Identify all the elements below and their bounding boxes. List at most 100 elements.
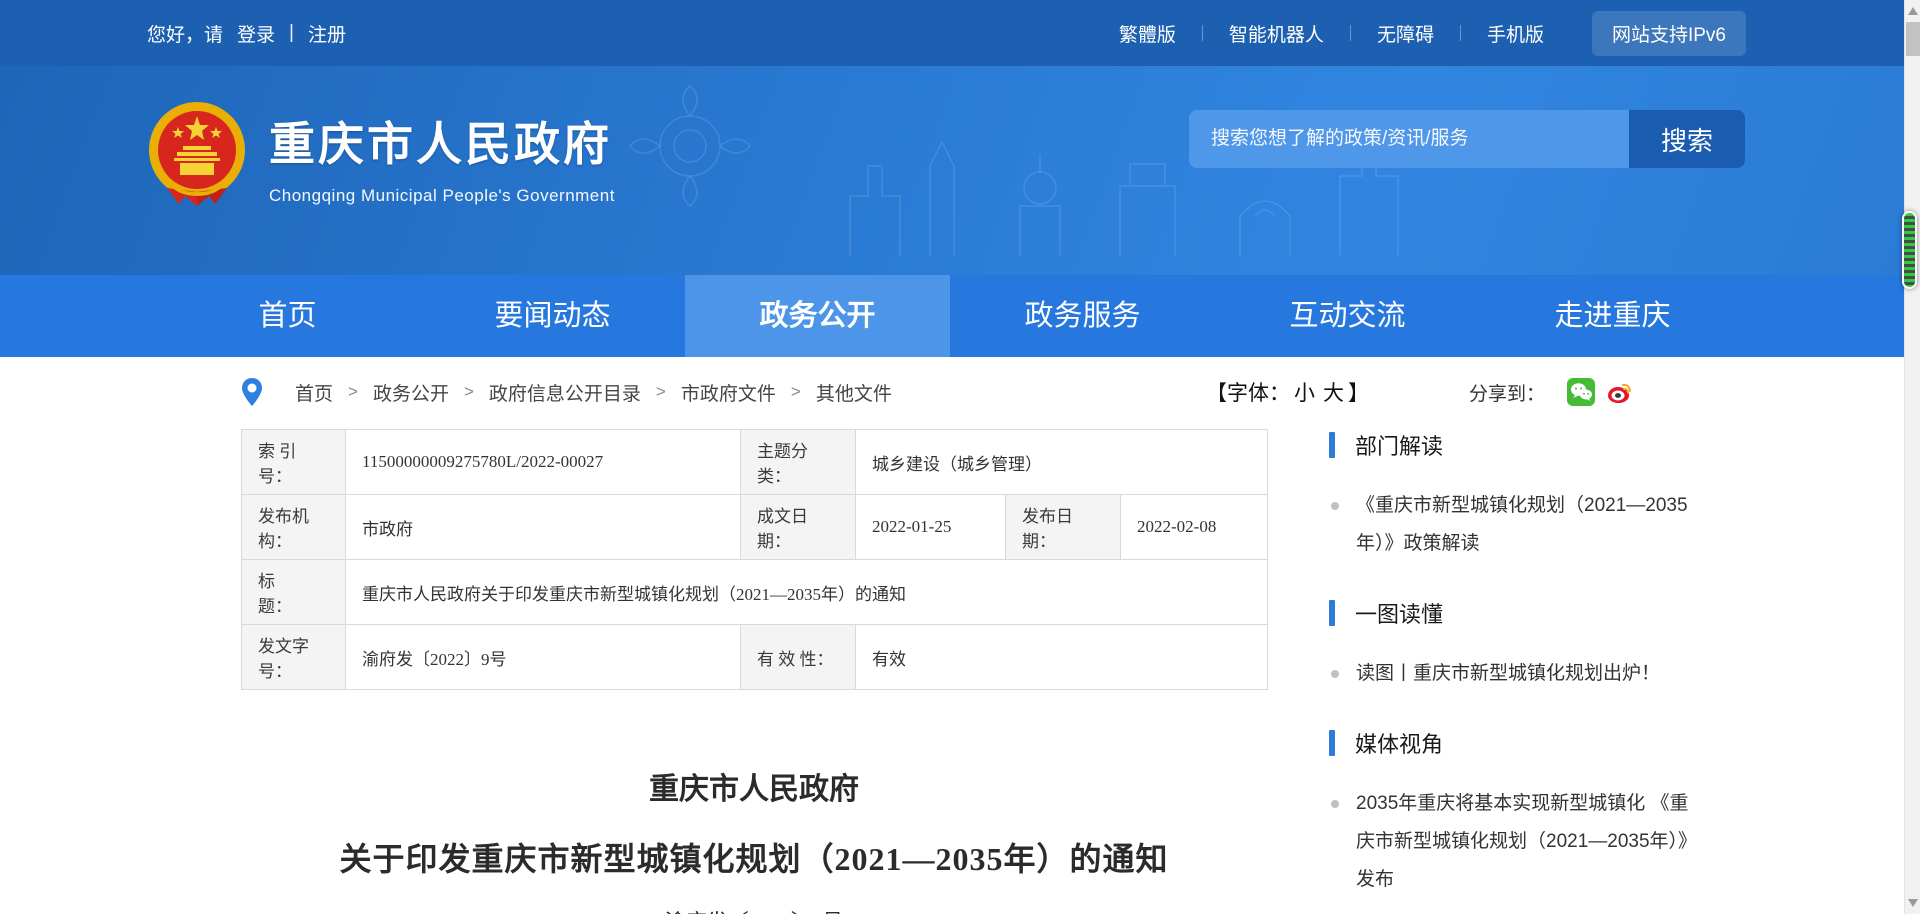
doc-number-label: 发文字号： [242,625,346,690]
written-date-label: 成文日期： [741,495,856,560]
nav-item-gov-services[interactable]: 政务服务 [950,275,1215,357]
sidebar: 部门解读 《重庆市新型城镇化规划（2021—2035年）》政策解读 一图读懂 读… [1329,429,1745,914]
main-content: 索 引 号： 11500000009275780L/2022-00027 主题分… [241,429,1904,914]
publish-date-value: 2022-02-08 [1121,495,1268,560]
bullet-dot-icon [1331,502,1339,510]
list-item-text[interactable]: 《重庆市新型城镇化规划（2021—2035年）》政策解读 [1356,487,1692,563]
main-nav-inner: 首页 要闻动态 政务公开 政务服务 互动交流 走进重庆 [155,275,1745,357]
section-accent-bar [1329,730,1335,756]
site-brand[interactable]: 重庆市人民政府 Chongqing Municipal People's Gov… [147,100,615,206]
page: 您好，请 登录 | 注册 繁體版 智能机器人 无障碍 手机版 网站支持IPv6 [0,0,1904,914]
font-size-control: 【字体： 小 大 】 [1206,377,1369,407]
table-row: 索 引 号： 11500000009275780L/2022-00027 主题分… [242,430,1268,495]
section-title-text: 一图读懂 [1355,597,1443,629]
list-item[interactable]: 《重庆市新型城镇化规划（2021—2035年）》政策解读 [1329,487,1745,563]
topic-category-label: 主题分类： [741,430,856,495]
nav-item-interaction[interactable]: 互动交流 [1215,275,1480,357]
share-label: 分享到： [1469,379,1545,406]
breadcrumb-separator: > [656,382,666,402]
font-smaller-button[interactable]: 小 [1294,377,1315,407]
sidebar-section-media-view: 媒体视角 2035年重庆将基本实现新型城镇化 《重庆市新型城镇化规划（2021—… [1329,727,1745,899]
wechat-icon[interactable] [1567,378,1595,406]
document-meta-table: 索 引 号： 11500000009275780L/2022-00027 主题分… [241,429,1268,690]
publish-date-label: 发布日期： [1006,495,1121,560]
index-number-value: 11500000009275780L/2022-00027 [346,430,741,495]
breadcrumb-separator: > [464,382,474,402]
document-heading: 重庆市人民政府 关于印发重庆市新型城镇化规划（2021—2035年）的通知 渝府… [241,764,1267,914]
table-row: 标 题： 重庆市人民政府关于印发重庆市新型城镇化规划（2021—2035年）的通… [242,560,1268,625]
brand-text: 重庆市人民政府 Chongqing Municipal People's Gov… [269,100,615,206]
breadcrumb: 首页 > 政务公开 > 政府信息公开目录 > 市政府文件 > 其他文件 [295,379,892,406]
scroll-down-arrow-icon[interactable] [1908,899,1918,907]
register-link[interactable]: 注册 [308,20,346,47]
index-number-label: 索 引 号： [242,430,346,495]
topic-category-value: 城乡建设（城乡管理） [856,430,1268,495]
header-decoration [600,76,1500,275]
search-button[interactable]: 搜索 [1629,110,1745,168]
sidebar-section-department-interpretation: 部门解读 《重庆市新型城镇化规划（2021—2035年）》政策解读 [1329,429,1745,563]
table-row: 发布机构： 市政府 成文日期： 2022-01-25 发布日期： 2022-02… [242,495,1268,560]
location-pin-icon [241,377,263,407]
section-title-text: 媒体视角 [1355,727,1443,759]
nav-item-home[interactable]: 首页 [155,275,420,357]
validity-value: 有效 [856,625,1268,690]
section-title: 部门解读 [1329,429,1745,461]
document-title-line1: 重庆市人民政府 [241,764,1267,808]
nav-item-news[interactable]: 要闻动态 [420,275,685,357]
scroll-up-arrow-icon[interactable] [1908,7,1918,15]
section-accent-bar [1329,600,1335,626]
topbar-user-area: 您好，请 登录 | 注册 [147,20,346,47]
breadcrumb-separator: > [348,382,358,402]
weibo-icon[interactable] [1605,378,1633,406]
site-title: 重庆市人民政府 [269,108,615,174]
ipv6-badge[interactable]: 网站支持IPv6 [1592,11,1746,56]
login-link[interactable]: 登录 [237,20,275,47]
document-title-line2: 关于印发重庆市新型城镇化规划（2021—2035年）的通知 [241,834,1267,880]
section-title-text: 部门解读 [1355,429,1443,461]
login-register-separator: | [289,22,294,44]
breadcrumb-row: 首页 > 政务公开 > 政府信息公开目录 > 市政府文件 > 其他文件 【字体：… [241,375,1745,409]
nav-item-gov-disclosure[interactable]: 政务公开 [685,275,950,357]
greeting-text: 您好，请 [147,20,223,47]
breadcrumb-gov-disclosure[interactable]: 政务公开 [373,379,449,406]
title-label: 标 题： [242,560,346,625]
breadcrumb-municipal-docs[interactable]: 市政府文件 [681,379,776,406]
topbar-links: 繁體版 智能机器人 无障碍 手机版 网站支持IPv6 [1093,11,1746,56]
accessibility-link[interactable]: 无障碍 [1351,20,1460,47]
reader-widget[interactable] [1902,211,1917,289]
section-title: 媒体视角 [1329,727,1745,759]
breadcrumb-info-catalog[interactable]: 政府信息公开目录 [489,379,641,406]
font-larger-button[interactable]: 大 [1323,377,1344,407]
national-emblem-logo [147,100,247,206]
document-number: 渝府发〔2022〕9号 [241,906,1267,914]
list-item-text[interactable]: 2035年重庆将基本实现新型城镇化 《重庆市新型城镇化规划（2021—2035年… [1356,785,1692,899]
validity-label: 有 效 性： [741,625,856,690]
mobile-version-link[interactable]: 手机版 [1461,20,1570,47]
font-size-suffix: 】 [1348,377,1369,407]
share-bar: 分享到： [1469,378,1633,406]
smart-robot-link[interactable]: 智能机器人 [1203,20,1350,47]
list-item-text[interactable]: 读图丨重庆市新型城镇化规划出炉！ [1356,655,1692,693]
traditional-chinese-link[interactable]: 繁體版 [1093,20,1202,47]
search-bar: 搜索 [1189,110,1745,168]
nav-item-about-chongqing[interactable]: 走进重庆 [1480,275,1745,357]
search-input[interactable] [1189,110,1629,168]
main-nav: 首页 要闻动态 政务公开 政务服务 互动交流 走进重庆 [0,275,1904,357]
doc-number-value: 渝府发〔2022〕9号 [346,625,741,690]
written-date-value: 2022-01-25 [856,495,1006,560]
scrollbar[interactable] [1904,0,1920,914]
document-column: 索 引 号： 11500000009275780L/2022-00027 主题分… [241,429,1267,914]
breadcrumb-other-docs[interactable]: 其他文件 [816,379,892,406]
bullet-dot-icon [1331,800,1339,808]
list-item[interactable]: 2035年重庆将基本实现新型城镇化 《重庆市新型城镇化规划（2021—2035年… [1329,785,1745,899]
scrollbar-thumb[interactable] [1906,22,1920,56]
list-item[interactable]: 读图丨重庆市新型城镇化规划出炉！ [1329,655,1745,693]
site-header: 重庆市人民政府 Chongqing Municipal People's Gov… [0,66,1904,275]
site-subtitle: Chongqing Municipal People's Government [269,186,615,206]
breadcrumb-home[interactable]: 首页 [295,379,333,406]
title-value: 重庆市人民政府关于印发重庆市新型城镇化规划（2021—2035年）的通知 [346,560,1268,625]
sidebar-section-infographic: 一图读懂 读图丨重庆市新型城镇化规划出炉！ [1329,597,1745,693]
section-title: 一图读懂 [1329,597,1745,629]
topbar: 您好，请 登录 | 注册 繁體版 智能机器人 无障碍 手机版 网站支持IPv6 [0,0,1904,66]
font-size-prefix: 【字体： [1206,377,1290,407]
